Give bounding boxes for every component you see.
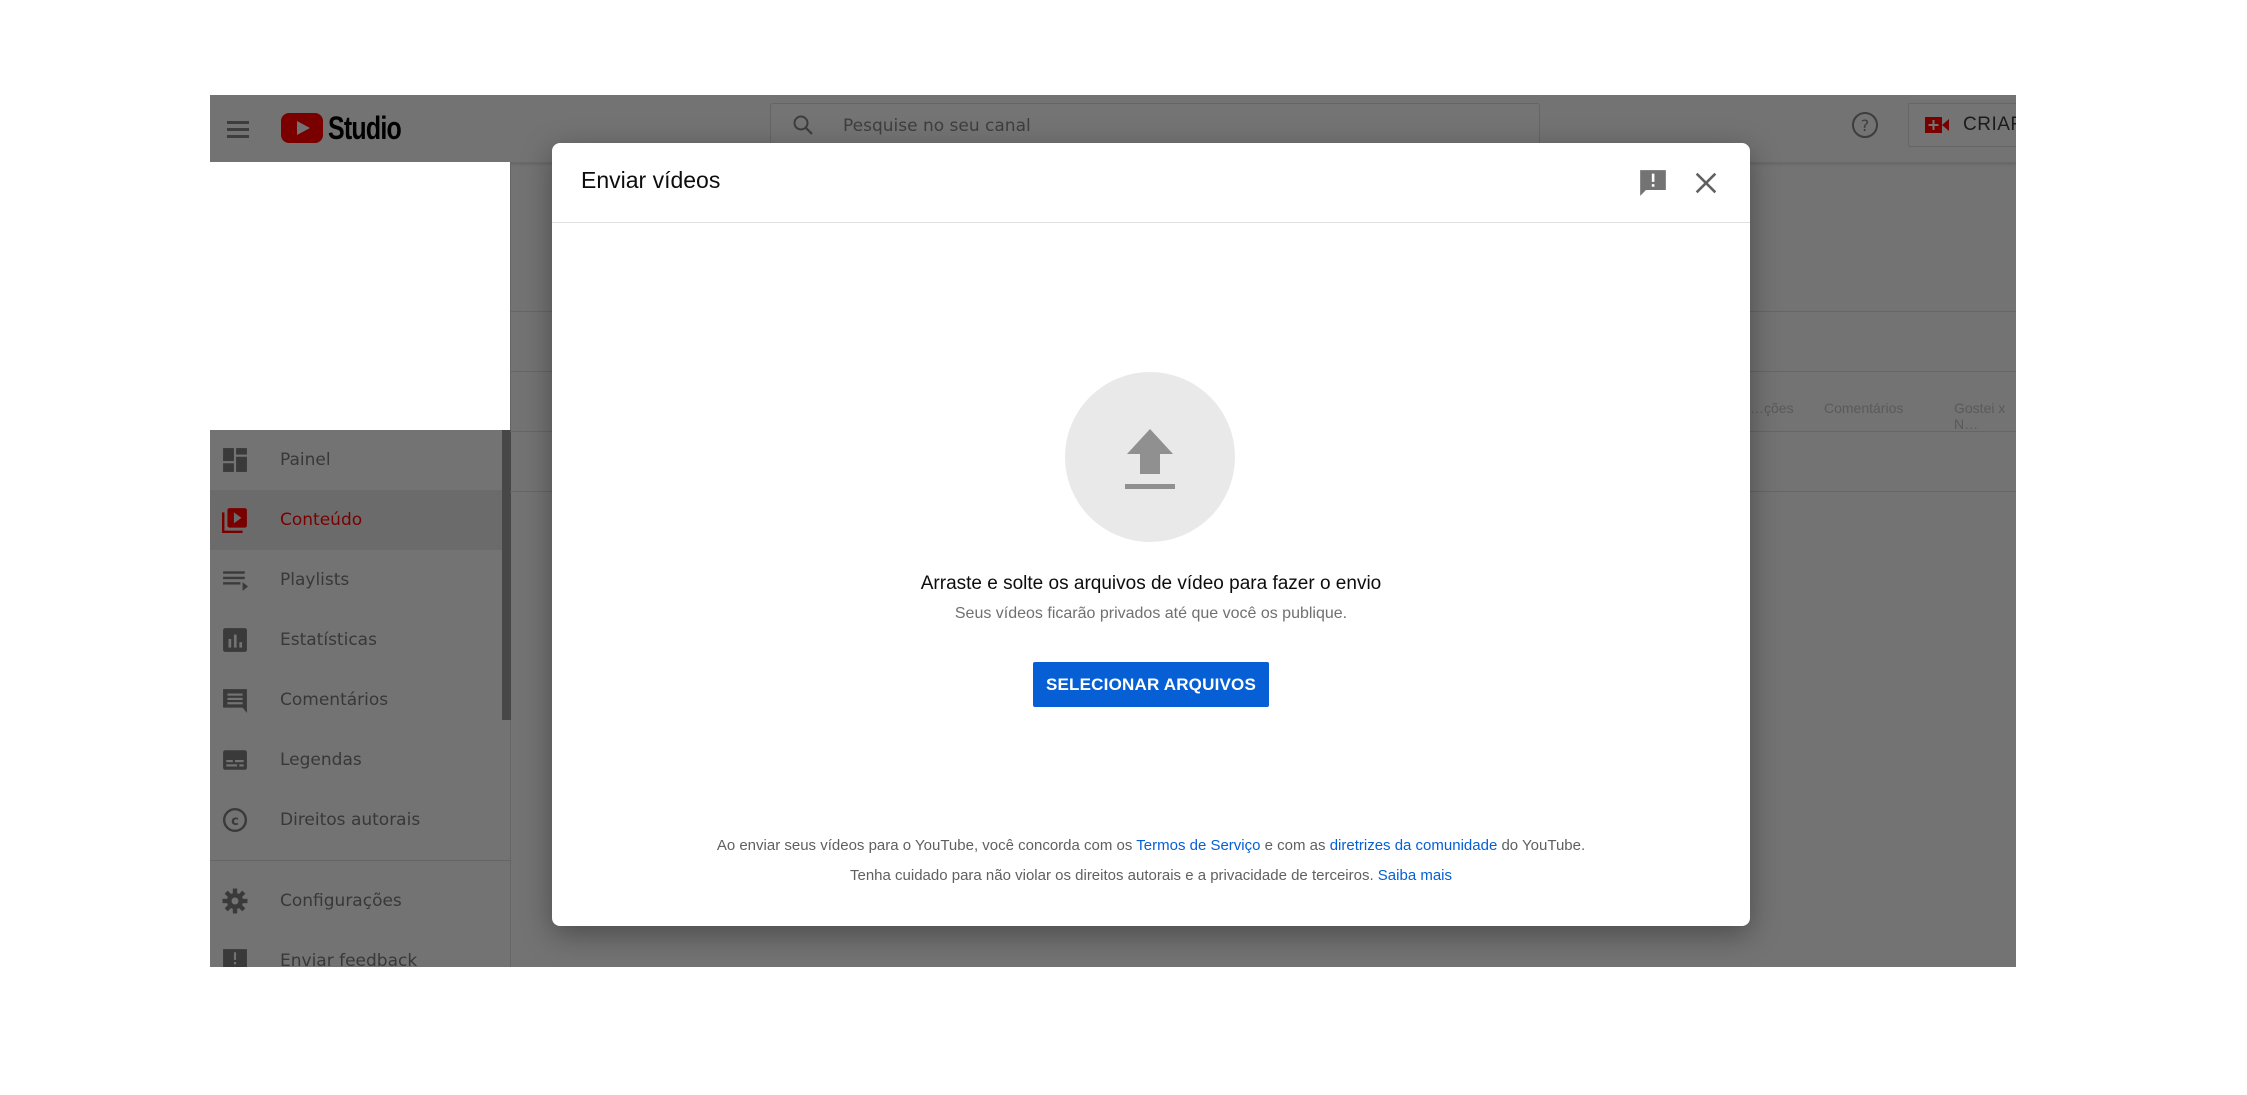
sidebar-item-label: Estatísticas bbox=[280, 630, 377, 650]
create-button[interactable]: CRIAR bbox=[1908, 103, 2016, 147]
sidebar-item-direitos-autorais[interactable]: c Direitos autorais bbox=[210, 790, 502, 850]
feedback-icon[interactable] bbox=[1638, 169, 1668, 197]
sidebar-item-label: Playlists bbox=[280, 570, 350, 590]
search-icon bbox=[793, 115, 813, 135]
channel-info-area bbox=[210, 162, 510, 430]
column-header-likes: Gostei x N… bbox=[1954, 400, 2006, 432]
dialog-header: Enviar vídeos bbox=[552, 143, 1750, 223]
select-files-button[interactable]: SELECIONAR ARQUIVOS bbox=[1033, 662, 1269, 707]
sidebar-item-label: Conteúdo bbox=[280, 510, 363, 530]
sidebar-item-label: Comentários bbox=[280, 690, 389, 710]
terms-text: do YouTube. bbox=[1497, 837, 1586, 854]
search-box[interactable] bbox=[770, 103, 1540, 147]
sidebar-item-label: Direitos autorais bbox=[280, 810, 421, 830]
menu-button[interactable] bbox=[222, 113, 254, 145]
sidebar-item-configuracoes[interactable]: Configurações bbox=[210, 871, 502, 931]
sidebar-item-legendas[interactable]: Legendas bbox=[210, 730, 502, 790]
sidebar-item-playlists[interactable]: Playlists bbox=[210, 550, 502, 610]
terms-of-service-link[interactable]: Termos de Serviço bbox=[1136, 837, 1260, 854]
svg-text:?: ? bbox=[1861, 116, 1870, 135]
copyright-icon: c bbox=[222, 807, 248, 833]
sidebar-nav: Painel Conteúdo Playlists Estatísticas C… bbox=[210, 430, 510, 967]
dialog-title: Enviar vídeos bbox=[581, 167, 721, 193]
upload-drop-zone[interactable] bbox=[1065, 372, 1235, 542]
sidebar-scrollbar[interactable] bbox=[502, 430, 511, 720]
notice-text: Tenha cuidado para não violar os direito… bbox=[849, 867, 1378, 884]
terms-text: Ao enviar seus vídeos para o YouTube, vo… bbox=[716, 837, 1137, 854]
close-icon[interactable] bbox=[1692, 169, 1720, 197]
comments-icon bbox=[223, 689, 247, 713]
svg-text:c: c bbox=[231, 814, 239, 829]
playlist-icon bbox=[223, 571, 248, 591]
analytics-icon bbox=[223, 628, 247, 652]
column-header-comments: Comentários bbox=[1824, 400, 1904, 416]
sidebar: Painel Conteúdo Playlists Estatísticas C… bbox=[210, 162, 511, 967]
terms-text: e com as bbox=[1260, 837, 1330, 854]
sidebar-item-conteudo[interactable]: Conteúdo bbox=[210, 490, 502, 550]
feedback-icon bbox=[223, 949, 247, 967]
studio-logo[interactable]: Studio bbox=[281, 108, 422, 148]
subtitles-icon bbox=[223, 750, 247, 770]
dashboard-icon bbox=[223, 448, 247, 472]
upload-videos-dialog: Enviar vídeos Arraste e solte os arquivo… bbox=[552, 143, 1750, 926]
content-icon bbox=[222, 508, 247, 533]
sidebar-item-label: Configurações bbox=[280, 891, 402, 911]
privacy-note: Seus vídeos ficarão privados até que voc… bbox=[954, 605, 1348, 622]
sidebar-item-label: Legendas bbox=[280, 750, 362, 770]
search-input[interactable] bbox=[841, 104, 1495, 147]
sidebar-item-painel[interactable]: Painel bbox=[210, 430, 502, 490]
drag-drop-instruction: Arraste e solte os arquivos de vídeo par… bbox=[920, 573, 1382, 594]
youtube-logo-icon bbox=[281, 113, 323, 143]
logo-text: Studio bbox=[328, 109, 402, 146]
gear-icon bbox=[222, 888, 248, 914]
copyright-notice: Tenha cuidado para não violar os direito… bbox=[552, 867, 1750, 884]
menu-icon bbox=[227, 121, 249, 124]
help-icon[interactable]: ? bbox=[1850, 110, 1880, 140]
sidebar-divider bbox=[210, 860, 510, 861]
sidebar-item-estatisticas[interactable]: Estatísticas bbox=[210, 610, 502, 670]
upload-arrow-icon bbox=[1125, 429, 1175, 489]
sidebar-item-enviar-feedback[interactable]: Enviar feedback bbox=[210, 931, 502, 967]
video-camera-plus-icon bbox=[1925, 117, 1949, 133]
create-label: CRIAR bbox=[1963, 114, 2016, 135]
community-guidelines-link[interactable]: diretrizes da comunidade bbox=[1330, 837, 1498, 854]
sidebar-item-label: Painel bbox=[280, 450, 331, 470]
learn-more-link[interactable]: Saiba mais bbox=[1378, 867, 1452, 884]
column-header-views: …ções bbox=[1750, 400, 1794, 416]
sidebar-item-label: Enviar feedback bbox=[280, 951, 418, 967]
terms-notice: Ao enviar seus vídeos para o YouTube, vo… bbox=[552, 837, 1750, 854]
sidebar-item-comentarios[interactable]: Comentários bbox=[210, 670, 502, 730]
